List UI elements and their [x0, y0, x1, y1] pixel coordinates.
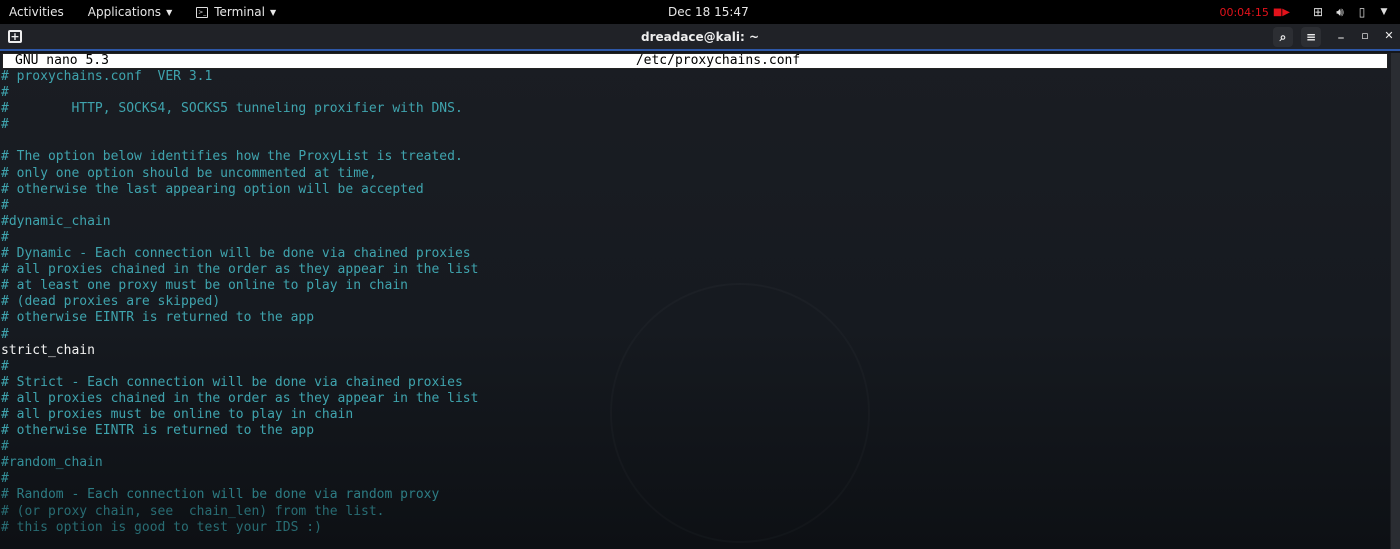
- clock-label: Dec 18 15:47: [668, 5, 749, 19]
- editor-line: #: [1, 471, 9, 487]
- minimize-icon: _: [1338, 26, 1344, 39]
- chevron-down-icon: ▼: [269, 7, 277, 17]
- activities-button[interactable]: Activities: [0, 0, 80, 24]
- editor-line: # at least one proxy must be online to p…: [1, 278, 408, 294]
- editor-line: # HTTP, SOCKS4, SOCKS5 tunneling proxifi…: [1, 101, 463, 117]
- editor-line: # otherwise EINTR is returned to the app: [1, 310, 315, 326]
- nano-title-bar: GNU nano 5.3 /etc/proxychains.conf: [2, 53, 1388, 69]
- recording-time: 00:04:15: [1219, 5, 1269, 19]
- terminal-icon: >_: [196, 6, 209, 18]
- editor-line: #: [1, 117, 9, 133]
- terminal-headerbar: + dreadace@kali: ~ ⌕ ≡ _ ▫ ✕: [0, 24, 1400, 51]
- window-title: dreadace@kali: ~: [640, 30, 760, 44]
- network-icon[interactable]: ⊞: [1308, 5, 1328, 19]
- editor-line: # proxychains.conf VER 3.1: [1, 69, 213, 84]
- applications-menu[interactable]: Applications ▼: [80, 0, 188, 24]
- editor-line: #: [1, 326, 9, 342]
- screen-recording-indicator[interactable]: 00:04:15 ■▶: [1219, 6, 1290, 19]
- editor-buffer[interactable]: # proxychains.conf VER 3.1 # # HTTP, SOCKS…: [1, 69, 478, 536]
- system-tray: 00:04:15 ■▶ ⊞ 🔊︎ ▯ ▼: [1219, 0, 1400, 24]
- editor-line: #: [1, 197, 9, 213]
- editor-line: #: [1, 85, 9, 101]
- minimize-button[interactable]: _: [1334, 26, 1348, 39]
- editor-line: strict_chain: [1, 342, 95, 358]
- volume-icon[interactable]: 🔊︎: [1330, 5, 1350, 20]
- search-icon: ⌕: [1279, 30, 1287, 44]
- maximize-button[interactable]: ▫: [1358, 29, 1372, 42]
- editor-line: # all proxies chained in the order as th…: [1, 262, 479, 278]
- terminal-content[interactable]: GNU nano 5.3 /etc/proxychains.conf # pro…: [0, 53, 1390, 549]
- editor-line: # otherwise the last appearing option wi…: [1, 181, 424, 197]
- chevron-down-icon: ▼: [166, 7, 173, 17]
- editor-line: # all proxies chained in the order as th…: [1, 390, 479, 406]
- editor-line: #random_chain: [1, 455, 103, 471]
- editor-line: #: [1, 229, 9, 245]
- gnome-top-bar: Activities Applications ▼ >_ Terminal ▼ …: [0, 0, 1400, 24]
- editor-line: # Strict - Each connection will be done …: [1, 374, 463, 390]
- terminal-scrollbar[interactable]: [1390, 53, 1400, 549]
- video-camera-icon: ■▶: [1272, 6, 1290, 18]
- nano-filename: /etc/proxychains.conf: [635, 53, 801, 68]
- terminal-app-menu[interactable]: >_ Terminal ▼: [188, 0, 284, 24]
- editor-line: # this option is good to test your IDS :…: [1, 519, 322, 535]
- editor-line: # (dead proxies are skipped): [1, 294, 221, 310]
- kali-dragon-watermark: [610, 283, 870, 543]
- applications-label: Applications: [87, 5, 162, 19]
- clock[interactable]: Dec 18 15:47: [668, 0, 749, 24]
- editor-line: # Dynamic - Each connection will be done…: [1, 246, 471, 262]
- hamburger-menu-icon: ≡: [1305, 30, 1317, 44]
- editor-line: # all proxies must be online to play in …: [1, 406, 354, 422]
- terminal-label: Terminal: [214, 5, 265, 19]
- close-icon: ✕: [1384, 29, 1394, 42]
- editor-line: # otherwise EINTR is returned to the app: [1, 423, 315, 439]
- maximize-icon: ▫: [1361, 29, 1369, 42]
- close-button[interactable]: ✕: [1382, 29, 1396, 42]
- editor-line: #: [1, 439, 9, 455]
- editor-line: #: [1, 358, 9, 374]
- menu-button[interactable]: ≡: [1301, 27, 1321, 47]
- battery-icon[interactable]: ▯: [1352, 5, 1372, 19]
- editor-line: # only one option should be uncommented …: [1, 165, 377, 181]
- editor-line: # The option below identifies how the Pr…: [1, 149, 463, 165]
- editor-line: # Random - Each connection will be done …: [1, 487, 440, 503]
- search-button[interactable]: ⌕: [1273, 27, 1293, 47]
- system-menu-caret-icon[interactable]: ▼: [1374, 7, 1394, 17]
- editor-line: # (or proxy chain, see chain_len) from t…: [1, 503, 385, 519]
- activities-label: Activities: [9, 5, 64, 19]
- editor-line: #dynamic_chain: [1, 213, 111, 229]
